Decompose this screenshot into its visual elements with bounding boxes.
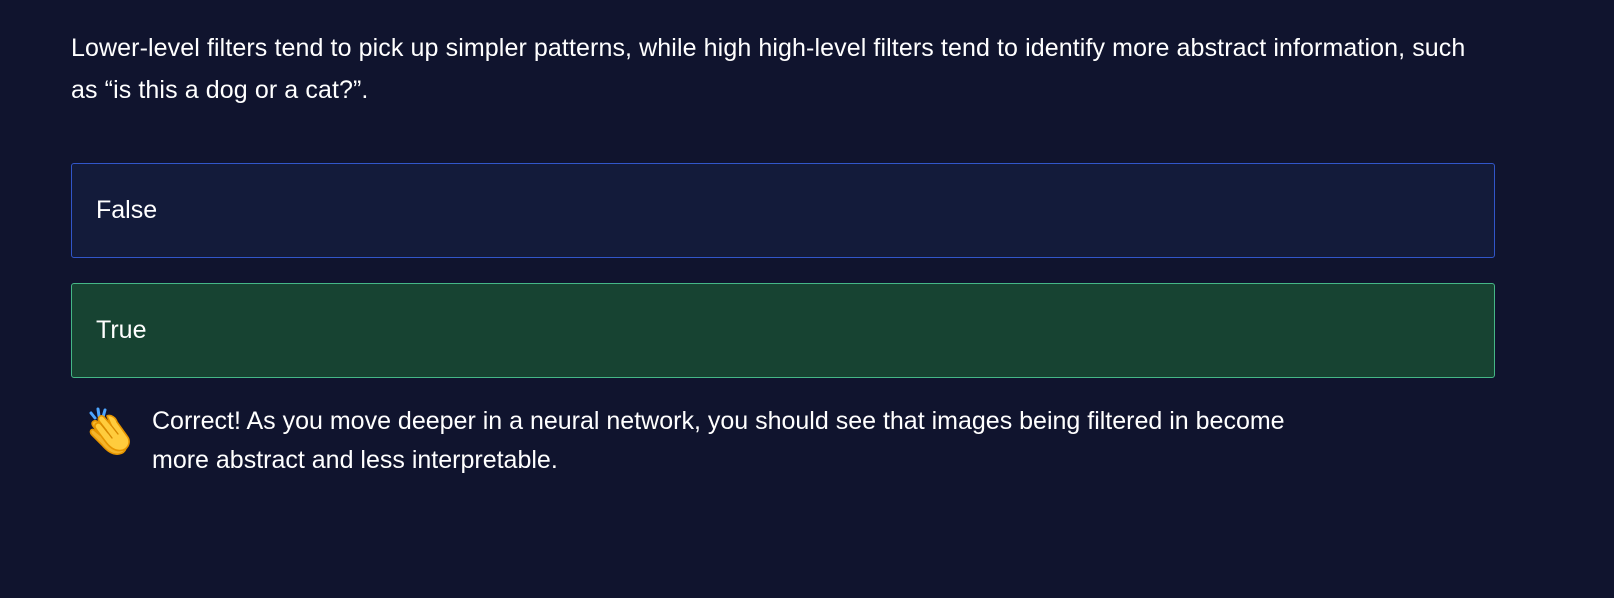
answer-options: False True xyxy=(71,163,1495,378)
quiz-page: Lower-level filters tend to pick up simp… xyxy=(0,0,1614,598)
clapping-hands-icon xyxy=(89,407,130,455)
answer-option-label: True xyxy=(96,316,147,344)
answer-option-label: False xyxy=(96,196,158,224)
feedback-message: Correct! As you move deeper in a neural … xyxy=(152,407,1285,474)
answer-feedback: Correct! As you move deeper in a neural … xyxy=(81,402,1342,480)
answer-option-false[interactable]: False xyxy=(71,163,1495,258)
answer-option-true-correct[interactable]: True xyxy=(71,283,1495,378)
question-text: Lower-level filters tend to pick up simp… xyxy=(71,34,1466,104)
